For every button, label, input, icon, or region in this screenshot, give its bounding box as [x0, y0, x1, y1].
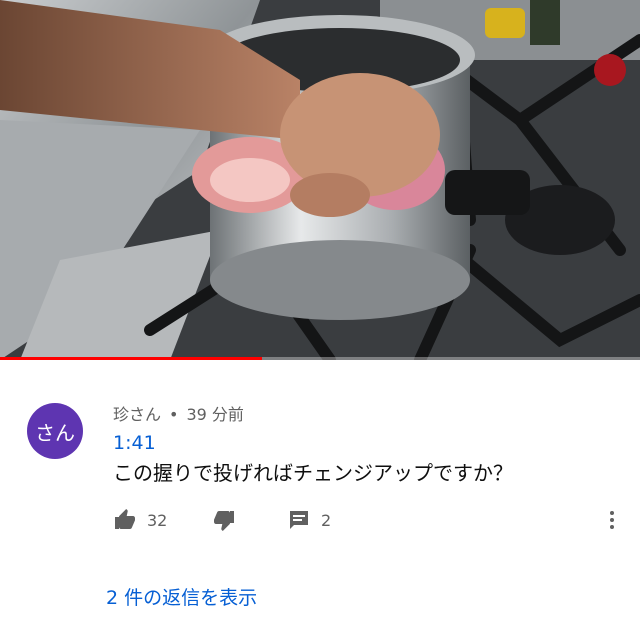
- comment-item: [0, 360, 640, 617]
- video-player[interactable]: [0, 0, 640, 360]
- comment-icon: [290, 511, 308, 529]
- more-dot: [610, 511, 614, 515]
- thumbs-down-icon: [214, 511, 234, 531]
- comment-text: この握りで投げればチェンジアップですか？: [113, 461, 513, 485]
- comment-meta: 珍さん • 39 分前: [113, 401, 244, 425]
- more-dot: [610, 518, 614, 522]
- like-button[interactable]: 32: [113, 506, 167, 534]
- more-dot: [610, 525, 614, 529]
- thumbs-up-icon: [115, 509, 135, 529]
- video-frame: [0, 0, 640, 360]
- comment-author[interactable]: 珍さん: [113, 405, 161, 424]
- view-replies-link[interactable]: 2 件の返信を表示: [106, 583, 257, 610]
- more-vert-icon[interactable]: [600, 506, 624, 534]
- meta-separator: •: [169, 405, 179, 424]
- like-count: 32: [147, 510, 168, 530]
- reply-count: 2: [321, 510, 332, 530]
- timestamp-link[interactable]: 1:41: [113, 432, 156, 454]
- avatar[interactable]: さん: [27, 403, 83, 459]
- reply-button[interactable]: 2: [287, 506, 331, 534]
- comment-time: 39 分前: [186, 405, 244, 424]
- avatar-text: さん: [35, 420, 75, 445]
- dislike-button[interactable]: [212, 506, 236, 534]
